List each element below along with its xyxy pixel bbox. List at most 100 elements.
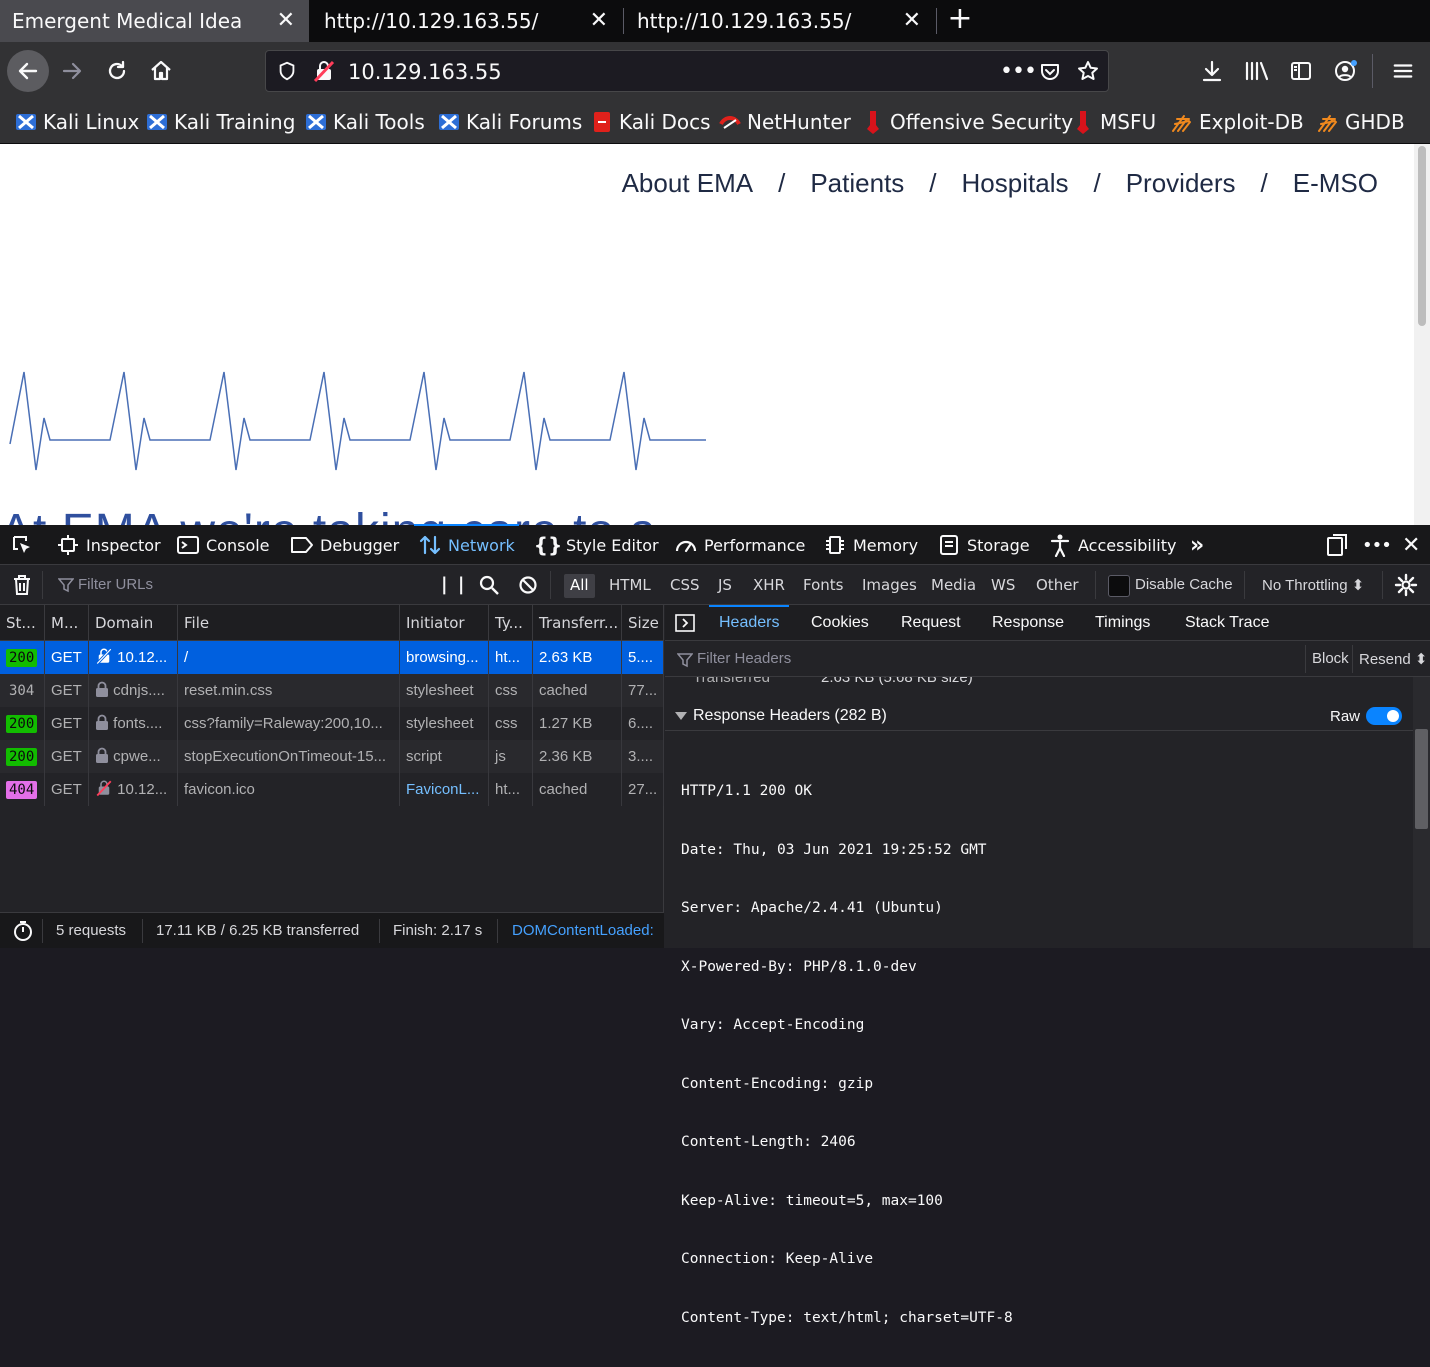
filter-urls-input[interactable]: Filter URLs [78, 576, 153, 593]
performance-stopwatch-icon[interactable] [12, 920, 34, 942]
bookmark-msfu[interactable]: MSFU [1071, 107, 1156, 137]
bookmark-kali-docs[interactable]: Kali Docs [590, 107, 711, 137]
filter-headers-input[interactable]: Filter Headers [697, 650, 791, 667]
expand-triangle-icon[interactable] [675, 711, 687, 721]
library-icon[interactable] [1237, 51, 1277, 91]
tab-memory[interactable]: Memory [823, 525, 918, 565]
url-text[interactable]: 10.129.163.55 [348, 60, 502, 84]
browser-tab-1[interactable]: Emergent Medical Idea ✕ [0, 0, 309, 42]
new-tab-plus-icon[interactable]: + [946, 4, 974, 36]
nav-link-providers[interactable]: Providers [1126, 168, 1236, 199]
sidebar-icon[interactable] [1281, 51, 1321, 91]
filter-html[interactable]: HTML [603, 574, 657, 598]
bookmark-ghdb[interactable]: GHDB [1316, 107, 1405, 137]
bookmark-kali-forums[interactable]: Kali Forums [437, 107, 582, 137]
raw-toggle-switch[interactable] [1366, 707, 1402, 725]
tab-headers[interactable]: Headers [708, 605, 791, 641]
home-icon[interactable] [141, 51, 181, 91]
close-tab-icon[interactable]: ✕ [903, 8, 921, 33]
filter-media[interactable]: Media [925, 574, 982, 598]
close-tab-icon[interactable]: ✕ [277, 8, 295, 33]
url-bar[interactable]: 10.129.163.55 ••• [265, 50, 1109, 92]
column-method[interactable]: M... [45, 605, 89, 641]
page-scrollbar-thumb[interactable] [1418, 146, 1426, 326]
search-icon[interactable] [478, 574, 500, 596]
tab-inspector[interactable]: Inspector [56, 525, 161, 565]
column-initiator[interactable]: Initiator [400, 605, 489, 641]
tab-request[interactable]: Request [901, 605, 961, 641]
forward-arrow-icon[interactable] [52, 51, 92, 91]
column-transferred[interactable]: Transferr... [533, 605, 622, 641]
column-file[interactable]: File [178, 605, 400, 641]
nav-link-hospitals[interactable]: Hospitals [962, 168, 1069, 199]
block-button[interactable]: Block [1312, 650, 1349, 667]
filter-xhr[interactable]: XHR [747, 574, 791, 598]
downloads-icon[interactable] [1192, 51, 1232, 91]
block-urls-icon[interactable] [518, 575, 538, 595]
disable-cache-checkbox[interactable] [1108, 575, 1130, 597]
column-type[interactable]: Ty... [489, 605, 533, 641]
bookmark-nethunter[interactable]: NetHunter [718, 107, 851, 137]
reload-icon[interactable] [97, 51, 137, 91]
column-status[interactable]: St... [0, 605, 45, 641]
nav-link-patients[interactable]: Patients [810, 168, 904, 199]
tab-response[interactable]: Response [992, 605, 1064, 641]
tab-network[interactable]: Network [414, 524, 519, 565]
filter-ws[interactable]: WS [985, 574, 1021, 598]
more-tools-chevron-icon[interactable]: » [1190, 525, 1204, 565]
filter-images[interactable]: Images [856, 574, 923, 598]
tracking-shield-icon[interactable] [276, 60, 298, 82]
tab-debugger[interactable]: Debugger [290, 525, 399, 565]
tab-console[interactable]: Console [176, 525, 270, 565]
cell-initiator[interactable]: FaviconL... [400, 773, 489, 806]
nav-link-about[interactable]: About EMA [622, 168, 754, 199]
network-settings-gear-icon[interactable] [1394, 573, 1418, 597]
devtools-options-ellipsis-icon[interactable]: ••• [1362, 525, 1392, 565]
tab-style-editor[interactable]: {} Style Editor [534, 525, 659, 565]
bookmark-kali-training[interactable]: Kali Training [145, 107, 295, 137]
details-scrollbar-thumb[interactable] [1415, 729, 1428, 829]
details-scrollbar[interactable] [1413, 677, 1430, 948]
bookmark-offensive-security[interactable]: Offensive Security [861, 107, 1073, 137]
tab-storage[interactable]: Storage [937, 525, 1030, 565]
pocket-icon[interactable] [1038, 60, 1062, 84]
throttling-select[interactable]: No Throttling ⬍ [1262, 576, 1364, 594]
response-headers-section-header[interactable]: Response Headers (282 B) Raw [665, 701, 1413, 731]
table-row[interactable]: 304 GET cdnjs.... reset.min.css styleshe… [0, 674, 664, 707]
bookmark-exploit-db[interactable]: Exploit-DB [1170, 107, 1304, 137]
page-scrollbar[interactable] [1414, 144, 1430, 525]
tab-accessibility[interactable]: Accessibility [1048, 525, 1176, 565]
bookmark-star-icon[interactable] [1076, 59, 1100, 83]
page-actions-ellipsis-icon[interactable]: ••• [1000, 59, 1037, 84]
column-domain[interactable]: Domain [89, 605, 178, 641]
tab-timings[interactable]: Timings [1095, 605, 1150, 641]
table-row[interactable]: 404 GET 10.12... favicon.ico FaviconL...… [0, 773, 664, 806]
bookmark-kali-tools[interactable]: Kali Tools [304, 107, 425, 137]
clear-trash-icon[interactable] [12, 574, 32, 596]
back-arrow-icon[interactable] [7, 50, 49, 92]
tab-stack-trace[interactable]: Stack Trace [1185, 605, 1269, 641]
close-devtools-icon[interactable]: ✕ [1402, 525, 1420, 565]
table-row[interactable]: 200 GET fonts.... css?family=Raleway:200… [0, 707, 664, 740]
dock-side-icon[interactable] [1326, 525, 1348, 565]
filter-fonts[interactable]: Fonts [797, 574, 849, 598]
element-picker-icon[interactable] [10, 525, 34, 565]
pause-icon[interactable]: | | [441, 574, 466, 595]
filter-js[interactable]: JS [712, 574, 738, 598]
filter-css[interactable]: CSS [664, 574, 706, 598]
toggle-sidebar-icon[interactable] [675, 614, 695, 632]
table-row[interactable]: 200 GET 10.12... / browsing... ht... 2.6… [0, 641, 664, 674]
close-tab-icon[interactable]: ✕ [590, 8, 608, 33]
tab-performance[interactable]: Performance [674, 525, 805, 565]
browser-tab-3[interactable]: http://10.129.163.55/ ✕ [625, 0, 935, 42]
filter-other[interactable]: Other [1030, 574, 1085, 598]
account-icon[interactable] [1326, 51, 1366, 91]
table-row[interactable]: 200 GET cpwe... stopExecutionOnTimeout-1… [0, 740, 664, 773]
nav-link-emso[interactable]: E-MSO [1293, 168, 1378, 199]
browser-tab-2[interactable]: http://10.129.163.55/ ✕ [312, 0, 622, 42]
resend-button[interactable]: Resend ⬍ [1359, 650, 1427, 668]
filter-all[interactable]: All [564, 574, 595, 598]
column-size[interactable]: Size [622, 605, 664, 641]
insecure-lock-icon[interactable] [312, 59, 336, 83]
bookmark-kali-linux[interactable]: Kali Linux [14, 107, 139, 137]
